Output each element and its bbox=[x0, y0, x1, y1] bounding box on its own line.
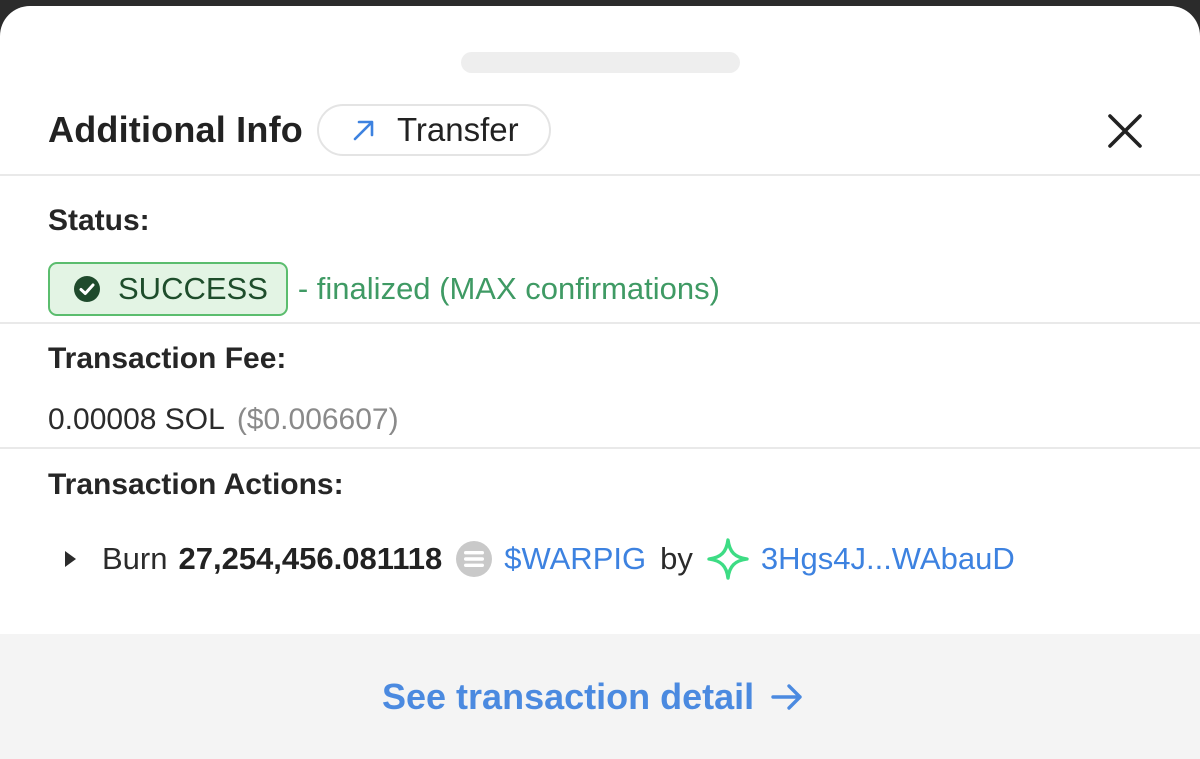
list-item: Burn 27,254,456.081118 $WARPIG by 3Hgs4J… bbox=[62, 536, 1015, 582]
account-link[interactable]: 3Hgs4J...WAbauD bbox=[761, 541, 1015, 577]
status-note: - finalized (MAX confirmations) bbox=[297, 271, 720, 306]
transaction-type-pill: Transfer bbox=[316, 104, 551, 156]
arrow-right-icon bbox=[770, 682, 804, 712]
transaction-actions-label: Transaction Actions: bbox=[48, 468, 344, 501]
arrow-up-right-icon bbox=[351, 117, 377, 143]
fee-amount: 0.00008 SOL bbox=[48, 403, 225, 436]
token-link[interactable]: $WARPIG bbox=[504, 541, 646, 577]
fee-usd-value: ($0.006607) bbox=[236, 403, 399, 436]
caret-right-icon[interactable] bbox=[62, 549, 78, 569]
token-icon bbox=[455, 540, 493, 578]
status-label: Status: bbox=[48, 204, 150, 237]
additional-info-sheet: Additional Info Transfer Status: SUCCESS… bbox=[0, 6, 1200, 759]
see-transaction-detail-link[interactable]: See transaction detail bbox=[382, 672, 804, 722]
check-circle-icon bbox=[72, 274, 102, 304]
action-amount: 27,254,456.081118 bbox=[178, 541, 443, 576]
close-icon bbox=[1107, 113, 1143, 149]
drag-handle[interactable] bbox=[461, 52, 740, 73]
sheet-title: Additional Info bbox=[48, 109, 303, 150]
transaction-type-label: Transfer bbox=[396, 111, 519, 148]
transaction-fee-row: 0.00008 SOL ($0.006607) bbox=[48, 398, 399, 442]
status-badge-text: SUCCESS bbox=[118, 271, 268, 306]
see-transaction-detail-label: See transaction detail bbox=[382, 676, 755, 717]
status-row: SUCCESS - finalized (MAX confirmations) bbox=[48, 261, 720, 317]
divider bbox=[0, 322, 1200, 324]
status-badge: SUCCESS bbox=[48, 262, 288, 316]
action-verb: Burn bbox=[102, 541, 168, 576]
divider bbox=[0, 447, 1200, 449]
close-button[interactable] bbox=[1100, 106, 1150, 156]
divider bbox=[0, 174, 1200, 176]
transaction-fee-label: Transaction Fee: bbox=[48, 342, 287, 375]
sheet-footer: See transaction detail bbox=[0, 634, 1200, 759]
action-by-text: by bbox=[660, 541, 693, 576]
sparkle-icon bbox=[707, 538, 749, 580]
sheet-header: Additional Info Transfer bbox=[48, 102, 551, 158]
